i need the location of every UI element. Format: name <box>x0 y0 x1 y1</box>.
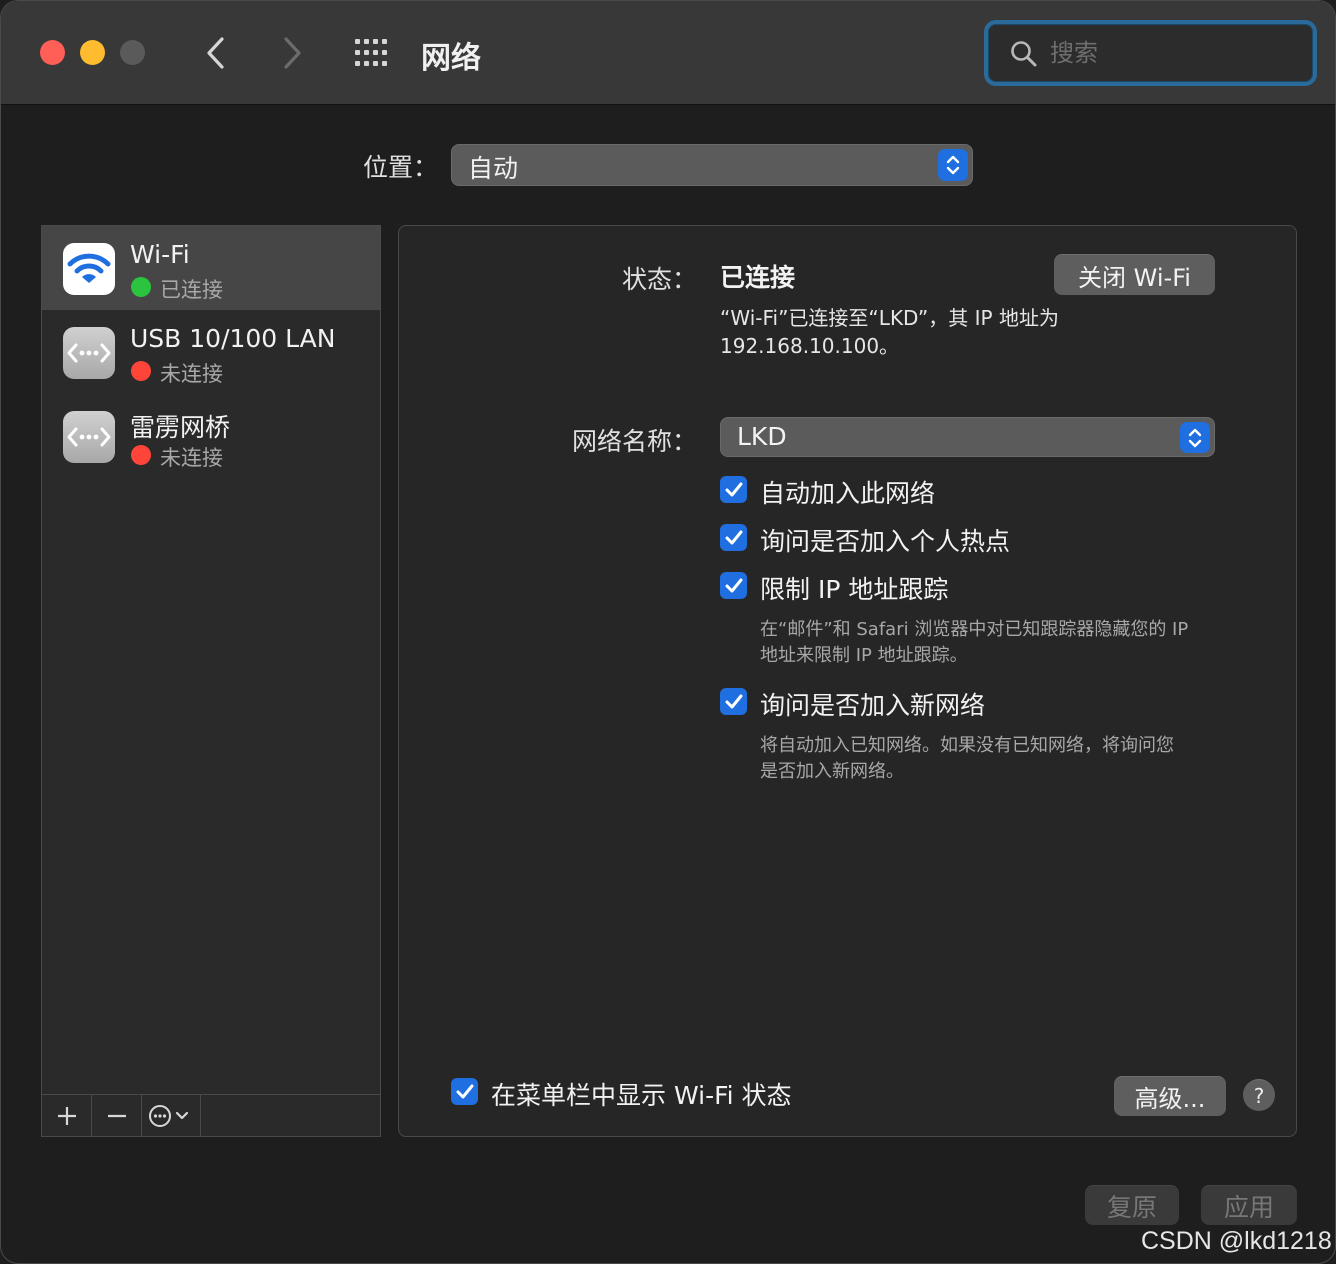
limit-ip-tracking-description: 在“邮件”和 Safari 浏览器中对已知跟踪器隐藏您的 IP 地址来限制 IP… <box>760 617 1250 669</box>
chevron-right-icon <box>284 37 301 69</box>
search-icon <box>1011 41 1037 67</box>
ask-new-networks-description: 将自动加入已知网络。如果没有已知网络，将询问您 是否加入新网络。 <box>760 733 1250 785</box>
popup-stepper-icon <box>1180 422 1210 453</box>
plus-icon <box>57 1106 76 1125</box>
checkmark-icon <box>725 482 742 496</box>
close-window-button[interactable] <box>40 40 65 65</box>
watermark-text: CSDN @lkd1218 <box>1141 1227 1332 1255</box>
checkmark-icon <box>725 694 742 708</box>
status-label: 状态： <box>621 265 697 294</box>
status-description-line: 192.168.10.100。 <box>720 334 900 358</box>
search-field[interactable] <box>984 20 1317 86</box>
checkmark-icon <box>725 578 742 592</box>
limit-ip-tracking-checkbox[interactable] <box>720 572 747 599</box>
status-value: 已连接 <box>720 263 796 292</box>
wifi-icon <box>63 243 115 295</box>
popup-stepper-icon <box>938 149 968 181</box>
service-status: 未连接 <box>160 362 223 386</box>
status-dot <box>131 277 151 297</box>
revert-button[interactable]: 复原 <box>1085 1185 1179 1225</box>
network-name-popup[interactable]: LKD <box>720 417 1215 457</box>
help-button[interactable]: ? <box>1243 1079 1275 1111</box>
action-menu-button[interactable] <box>142 1095 201 1136</box>
service-status: 未连接 <box>160 446 223 470</box>
limit-ip-tracking-label: 限制 IP 地址跟踪 <box>760 575 949 604</box>
service-list: Wi-Fi 已连接 USB 10/100 LAN 未连接 雷雳网桥 未连接 <box>41 225 381 1137</box>
chevron-left-icon <box>207 37 224 69</box>
minimize-window-button[interactable] <box>80 40 105 65</box>
location-popup[interactable]: 自动 <box>451 144 973 186</box>
checkmark-icon <box>456 1084 473 1098</box>
turn-wifi-off-button[interactable]: 关闭 Wi-Fi <box>1054 254 1215 295</box>
forward-button[interactable] <box>274 31 310 75</box>
search-input[interactable] <box>1050 36 1290 70</box>
ask-new-networks-label: 询问是否加入新网络 <box>760 691 986 720</box>
service-name: USB 10/100 LAN <box>130 324 336 353</box>
ethernet-icon <box>63 327 115 379</box>
service-name: Wi-Fi <box>130 240 190 269</box>
service-name: 雷雳网桥 <box>130 413 231 442</box>
description-line: 是否加入新网络。 <box>760 761 904 782</box>
ask-new-networks-checkbox[interactable] <box>720 688 747 715</box>
grid-icon <box>355 39 387 66</box>
service-list-toolbar <box>42 1094 380 1136</box>
back-button[interactable] <box>198 31 234 75</box>
ask-hotspot-label: 询问是否加入个人热点 <box>760 527 1011 556</box>
location-label: 位置： <box>363 153 439 182</box>
service-item-thunderbolt-bridge[interactable]: 雷雳网桥 未连接 <box>42 394 380 478</box>
checkmark-icon <box>725 530 742 544</box>
add-service-button[interactable] <box>42 1095 92 1136</box>
status-dot <box>131 445 151 465</box>
auto-join-label: 自动加入此网络 <box>760 479 936 508</box>
network-name-value: LKD <box>737 422 787 451</box>
description-line: 将自动加入已知网络。如果没有已知网络，将询问您 <box>760 735 1174 756</box>
show-wifi-in-menubar-label: 在菜单栏中显示 Wi-Fi 状态 <box>491 1081 792 1110</box>
advanced-button[interactable]: 高级... <box>1114 1076 1226 1116</box>
location-value: 自动 <box>468 154 519 183</box>
status-description-line: “Wi-Fi”已连接至“LKD”，其 IP 地址为 <box>720 306 1059 330</box>
auto-join-checkbox[interactable] <box>720 476 747 503</box>
status-description: “Wi-Fi”已连接至“LKD”，其 IP 地址为 192.168.10.100… <box>720 304 1140 360</box>
service-item-wifi[interactable]: Wi-Fi 已连接 <box>42 226 380 310</box>
service-item-usb-lan[interactable]: USB 10/100 LAN 未连接 <box>42 310 380 394</box>
zoom-window-button[interactable] <box>120 40 145 65</box>
description-line: 地址来限制 IP 地址跟踪。 <box>760 645 968 666</box>
ask-hotspot-checkbox[interactable] <box>720 524 747 551</box>
apply-button[interactable]: 应用 <box>1201 1185 1297 1225</box>
show-wifi-in-menubar-checkbox[interactable] <box>451 1078 478 1105</box>
network-preferences-window: 网络 位置： 自动 Wi-Fi 已连 <box>0 0 1336 1264</box>
ellipsis-circle-icon <box>149 1104 189 1127</box>
remove-service-button[interactable] <box>92 1095 142 1136</box>
title-bar: 网络 <box>1 1 1335 105</box>
window-title: 网络 <box>421 41 481 76</box>
status-dot <box>131 361 151 381</box>
description-line: 在“邮件”和 Safari 浏览器中对已知跟踪器隐藏您的 IP <box>760 619 1189 640</box>
detail-panel: 状态： 已连接 关闭 Wi-Fi “Wi-Fi”已连接至“LKD”，其 IP 地… <box>398 225 1297 1137</box>
network-name-label: 网络名称： <box>571 427 697 456</box>
show-all-button[interactable] <box>353 37 393 69</box>
service-status: 已连接 <box>160 278 223 302</box>
ethernet-icon <box>63 411 115 463</box>
minus-icon <box>107 1114 126 1117</box>
